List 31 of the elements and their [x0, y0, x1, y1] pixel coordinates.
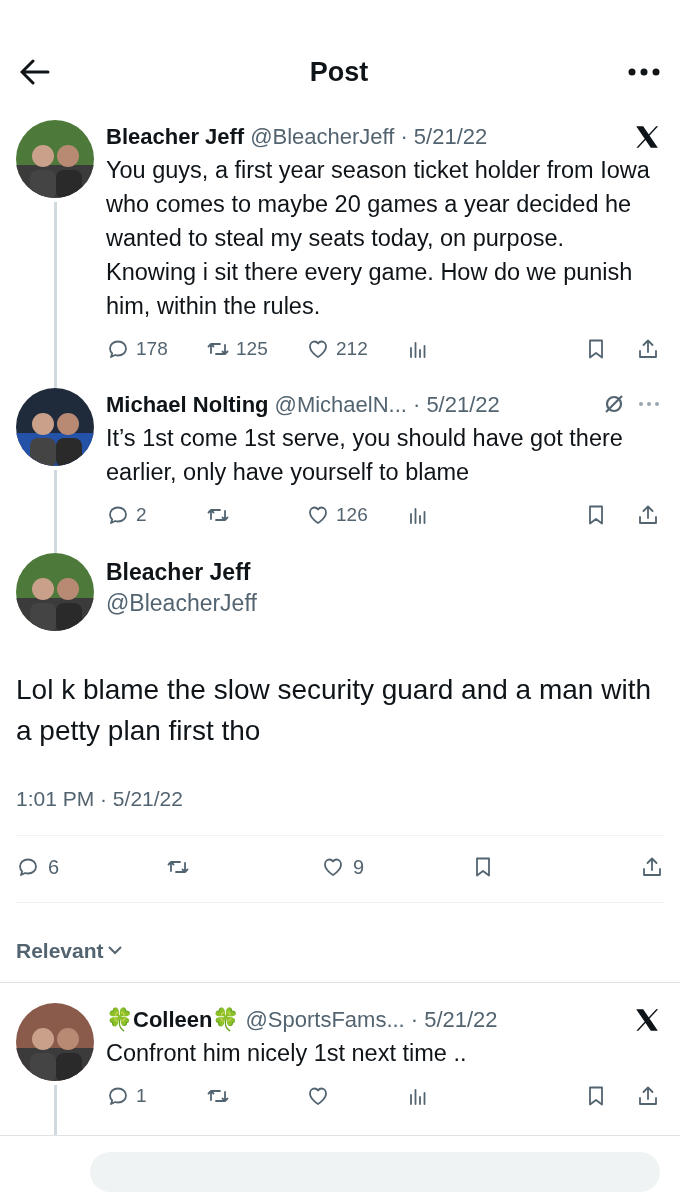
- post-timestamp: 1:01 PM · 5/21/22: [16, 786, 184, 812]
- reply-count: 1: [136, 1084, 147, 1108]
- author-name[interactable]: 🍀Colleen🍀: [106, 1003, 240, 1036]
- author-handle: @BleacherJeff: [250, 123, 395, 151]
- post-text: You guys, a first year season ticket holder from Iowa who comes to maybe 20 games a year decided he wanted to steal my seats today, on purpose. Knowing i sit there every game. How do we punish him, within the rules.: [106, 156, 651, 321]
- repost-count: 125: [236, 337, 268, 361]
- like-count: 126: [336, 502, 368, 527]
- post-date: · 5/21/22: [412, 390, 500, 419]
- reply-count: 2: [136, 502, 147, 527]
- author-name[interactable]: Bleacher Jeff: [106, 557, 257, 588]
- post-text: Confront him nicely 1st next time ..: [106, 1039, 468, 1068]
- post-date: · 5/21/22: [410, 1006, 498, 1034]
- post-text: It’s 1st come 1st serve, you should have got there earlier, only have yourself to blame: [106, 423, 624, 487]
- chevron-down-icon: [107, 945, 122, 956]
- author-handle: @SportsFams...: [245, 1006, 405, 1034]
- reply-count: 178: [136, 337, 168, 361]
- like-count: 212: [336, 337, 368, 361]
- post-date: · 5/21/22: [400, 123, 488, 151]
- x-logo-icon: [634, 1006, 660, 1033]
- author-name[interactable]: Bleacher Jeff: [106, 120, 245, 153]
- more-icon[interactable]: [628, 68, 660, 76]
- x-logo-icon: [634, 123, 660, 150]
- reply-count: 6: [48, 854, 60, 880]
- author-handle: @MichaelN...: [274, 390, 407, 419]
- sort-dropdown[interactable]: Relevant: [16, 934, 122, 966]
- like-count: 9: [353, 854, 365, 880]
- back-arrow-icon[interactable]: [20, 59, 50, 85]
- author-handle: @BleacherJeff: [106, 589, 257, 618]
- page-title: Post: [308, 55, 370, 89]
- author-name[interactable]: Michael Nolting: [106, 387, 269, 421]
- post-text: Lol k blame the slow security guard and a man with a petty plan first tho: [16, 673, 652, 748]
